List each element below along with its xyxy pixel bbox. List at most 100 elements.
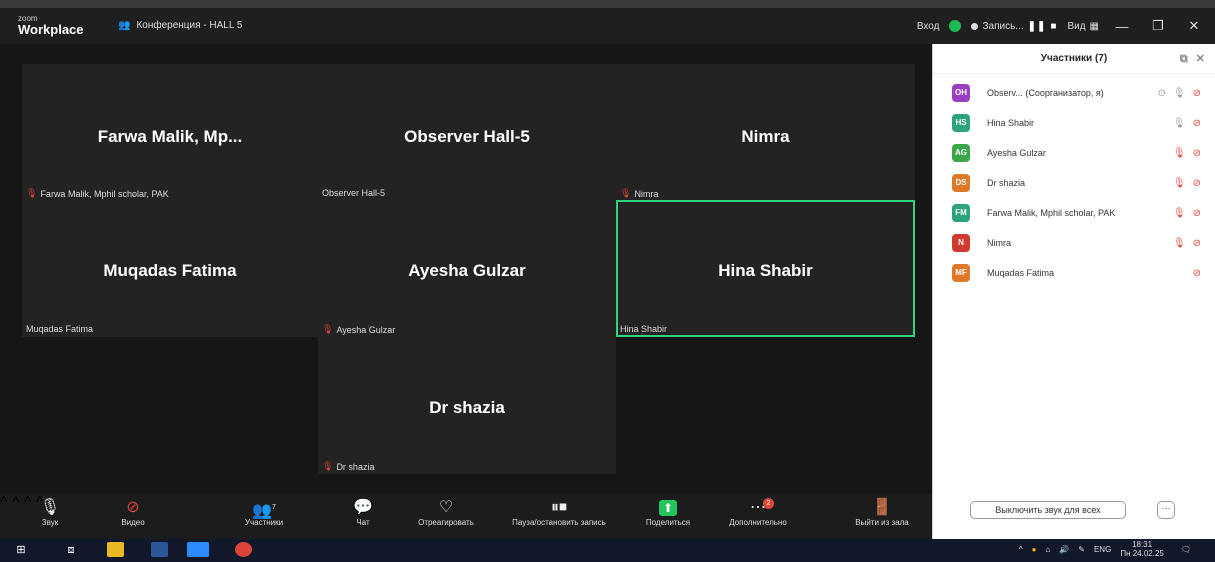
zoom-logo: zoom Workplace <box>18 14 84 36</box>
video-tile-muqadas[interactable]: Muqadas Fatima Muqadas Fatima <box>22 200 318 337</box>
tray-chevron-icon[interactable]: ^ <box>1019 545 1023 554</box>
tile-name-tag-text: Farwa Malik, Mphil scholar, PAK <box>40 188 169 199</box>
share-label: Поделиться <box>645 518 691 527</box>
react-button[interactable]: ♡ Отреагировать <box>406 498 486 527</box>
task-view-icon[interactable]: ⧈ <box>62 542 80 559</box>
participant-row-hina[interactable]: HS Hina Shabir 🎙 ⊘ <box>933 108 1215 138</box>
login-button[interactable]: Вход <box>917 21 940 32</box>
record-dot-icon <box>971 22 979 30</box>
tile-display-name: Hina Shabir <box>718 261 813 280</box>
mute-all-button[interactable]: Выключить звук для всех <box>970 501 1126 519</box>
panel-more-button[interactable]: ··· <box>1157 501 1175 519</box>
participant-status-icons: ⊘ <box>1193 268 1201 279</box>
leave-room-button[interactable]: 🚪 Выйти из зала <box>842 498 922 527</box>
word-icon[interactable] <box>150 542 168 559</box>
participants-button[interactable]: 👥7 Участники <box>232 498 296 527</box>
volume-icon[interactable]: 🔊 <box>1059 545 1069 554</box>
video-options-chevron-icon[interactable]: ^ <box>12 494 20 511</box>
audio-button[interactable]: 🎙 Звук <box>34 498 66 527</box>
participant-name: Observ... (Соорганизатор, я) <box>987 88 1104 98</box>
stop-icon[interactable]: ■ <box>1050 21 1057 32</box>
notifications-icon[interactable]: 🗨 <box>1181 545 1191 554</box>
tile-name-tag-text: Nimra <box>634 188 659 199</box>
camera-off-icon[interactable]: ⊘ <box>1193 178 1201 189</box>
participant-status-icons: ⊙ 🎙 ⊘ <box>1158 88 1201 99</box>
windows-start-icon[interactable]: ⊞ <box>12 542 30 559</box>
view-button[interactable]: Вид ▦ <box>1067 21 1099 32</box>
close-button[interactable]: ✕ <box>1181 18 1207 34</box>
chrome-icon[interactable] <box>234 542 252 559</box>
recording-indicator[interactable]: Запись... ❚❚ ■ <box>971 21 1057 32</box>
video-tile-drshazia[interactable]: Dr shazia 🎙 Dr shazia <box>318 337 616 474</box>
participant-row-drshazia[interactable]: DS Dr shazia 🎙 ⊘ <box>933 168 1215 198</box>
video-tile-ayesha[interactable]: Ayesha Gulzar 🎙 Ayesha Gulzar <box>318 200 616 337</box>
mic-off-icon[interactable]: 🎙 <box>1173 208 1186 219</box>
participants-icon: 👥7 <box>252 502 276 520</box>
tile-name-tag: Hina Shabir <box>620 324 667 334</box>
mic-off-icon: 🎙 <box>322 461 334 471</box>
video-tile-nimra[interactable]: Nimra 🎙 Nimra <box>616 64 915 200</box>
network-icon[interactable]: ⌂ <box>1045 545 1050 554</box>
participant-row-muqadas[interactable]: MF Muqadas Fatima ⊘ <box>933 258 1215 288</box>
more-icon: ⋯ 2 <box>748 498 774 518</box>
participant-name: Hina Shabir <box>987 118 1035 128</box>
mic-off-icon[interactable]: 🎙 <box>1173 238 1186 249</box>
mic-off-icon[interactable]: 🎙 <box>1173 178 1186 189</box>
pen-icon[interactable]: ✎ <box>1078 545 1085 554</box>
pause-stop-recording-button[interactable]: ⏸⏹ Пауза/остановить запись <box>492 498 626 527</box>
participant-name: Farwa Malik, Mphil scholar, PAK <box>987 208 1116 218</box>
title-bar-controls: Вход Запись... ❚❚ ■ Вид ▦ — ❐ ✕ <box>917 16 1207 36</box>
video-tile-farwa[interactable]: Farwa Malik, Mp... 🎙 Farwa Malik, Mphil … <box>22 64 318 200</box>
chat-options-chevron-icon[interactable]: ^ <box>24 494 32 511</box>
tile-display-name: Ayesha Gulzar <box>408 261 526 280</box>
participant-row-observer[interactable]: OH Observ... (Соорганизатор, я) ⊙ 🎙 ⊘ <box>933 78 1215 108</box>
tile-name-tag-text: Dr shazia <box>336 461 375 472</box>
share-screen-button[interactable]: ⬆ Поделиться <box>640 498 696 527</box>
camera-off-icon[interactable]: ⊘ <box>1193 148 1201 159</box>
participant-name: Dr shazia <box>987 178 1026 188</box>
conference-title: 👥 Конференция - HALL 5 <box>118 20 242 31</box>
maximize-button[interactable]: ❐ <box>1145 18 1171 34</box>
video-tile-hina-active-speaker[interactable]: Hina Shabir Hina Shabir <box>616 200 915 337</box>
avatar: MF <box>952 264 970 282</box>
security-shield-icon[interactable] <box>949 20 962 32</box>
camera-off-icon[interactable]: ⊘ <box>1193 268 1201 279</box>
mic-on-icon[interactable]: 🎙 <box>1173 118 1186 129</box>
participant-name: Ayesha Gulzar <box>987 148 1046 158</box>
pause-icon[interactable]: ❚❚ <box>1028 21 1047 32</box>
mic-on-icon[interactable]: 🎙 <box>1173 88 1186 99</box>
zoom-app-icon[interactable] <box>186 542 210 559</box>
participant-row-nimra[interactable]: N Nimra 🎙 ⊘ <box>933 228 1215 258</box>
camera-off-icon[interactable]: ⊘ <box>1193 88 1201 99</box>
exit-room-icon: 🚪 <box>872 499 892 516</box>
camera-off-icon[interactable]: ⊘ <box>1193 118 1201 129</box>
avatar: DS <box>952 174 970 192</box>
avatar: N <box>952 234 970 252</box>
mic-off-icon: 🎙 <box>322 324 334 334</box>
participants-list: OH Observ... (Соорганизатор, я) ⊙ 🎙 ⊘ HS… <box>933 74 1215 288</box>
video-tile-observer[interactable]: Observer Hall-5 Observer Hall-5 <box>318 64 616 200</box>
recording-label: Запись... <box>982 20 1024 32</box>
chat-button[interactable]: 💬 Чат <box>350 498 376 527</box>
participant-row-farwa[interactable]: FM Farwa Malik, Mphil scholar, PAK 🎙 ⊘ <box>933 198 1215 228</box>
info-icon: ⊙ <box>1157 87 1166 99</box>
clock[interactable]: 18:31 Пн 24.02.25 <box>1120 540 1164 558</box>
camera-off-icon[interactable]: ⊘ <box>1193 208 1201 219</box>
participant-status-icons: 🎙 ⊘ <box>1173 148 1201 159</box>
participant-row-ayesha[interactable]: AG Ayesha Gulzar 🎙 ⊘ <box>933 138 1215 168</box>
more-button[interactable]: ⋯ 2 Дополнительно <box>716 498 800 527</box>
minimize-button[interactable]: — <box>1109 19 1135 34</box>
video-button[interactable]: ⊘ Видео <box>112 498 154 527</box>
popout-icon[interactable]: ⧉ <box>1180 44 1188 74</box>
tray-app-icon[interactable]: ● <box>1032 545 1037 554</box>
close-panel-icon[interactable]: ✕ <box>1196 44 1205 74</box>
video-gallery: Farwa Malik, Mp... 🎙 Farwa Malik, Mphil … <box>0 44 932 494</box>
pause-record-label: Пауза/остановить запись <box>512 518 606 527</box>
file-explorer-icon[interactable] <box>106 542 124 559</box>
tile-name-tag: Observer Hall-5 <box>322 188 385 198</box>
camera-off-icon[interactable]: ⊘ <box>1193 238 1201 249</box>
language-indicator[interactable]: ENG <box>1094 545 1111 554</box>
audio-options-chevron-icon[interactable]: ^ <box>0 494 8 511</box>
mic-off-icon[interactable]: 🎙 <box>1173 148 1186 159</box>
zoom-window: zoom Workplace 👥 Конференция - HALL 5 Вх… <box>0 0 1215 562</box>
